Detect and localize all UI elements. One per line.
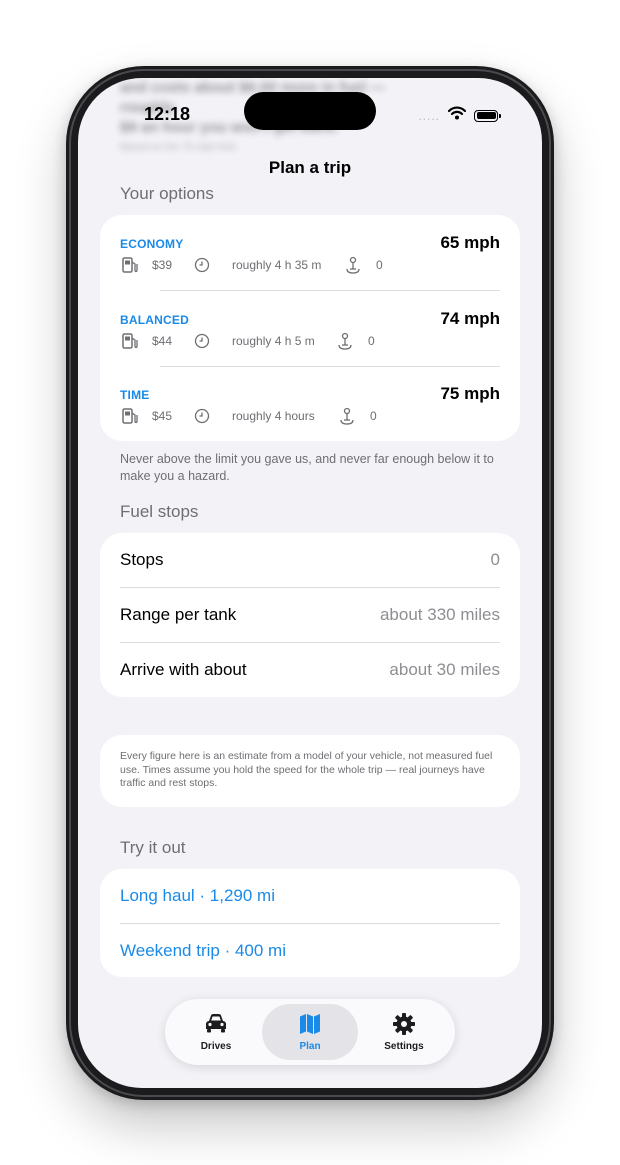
- fuel-cost: $44: [152, 334, 173, 348]
- app-screen: and costs about $6.00 more in fuel — rou…: [78, 78, 542, 1088]
- stop-pin-icon: [336, 331, 354, 351]
- clock-icon: [194, 257, 210, 273]
- row-value: about 330 miles: [379, 605, 500, 624]
- fuel-pump-icon: [120, 331, 140, 351]
- option-speed: 65 mph: [440, 233, 500, 252]
- fuel-row-stops: Stops 0: [120, 533, 500, 587]
- car-icon: [206, 1014, 226, 1033]
- row-label: Range per tank: [120, 605, 237, 624]
- example-long-haul-link[interactable]: Long haul · 1,290 mi: [120, 869, 500, 923]
- cellular-signal-icon: .....: [418, 108, 440, 123]
- fuel-cost: $39: [152, 258, 173, 272]
- row-value: about 30 miles: [389, 660, 500, 679]
- battery-icon: [474, 109, 501, 122]
- clock-icon: [194, 408, 210, 424]
- example-weekend-trip-link[interactable]: Weekend trip · 400 mi: [120, 924, 500, 978]
- fuel-cost: $45: [152, 409, 173, 423]
- stop-count: 0: [376, 258, 383, 272]
- tab-label: Drives: [200, 1041, 232, 1052]
- try-section-label: Try it out: [120, 838, 186, 857]
- map-icon: [300, 1014, 320, 1034]
- tab-label: Settings: [384, 1041, 424, 1052]
- tab-plan[interactable]: Plan: [262, 1004, 358, 1060]
- clock-icon: [194, 333, 210, 349]
- separator: [160, 290, 500, 291]
- options-card: ECONOMY 65 mph $39 roughly 4 h 35 m 0 BA…: [100, 215, 520, 441]
- duration: roughly 4 hours: [232, 409, 315, 423]
- option-name: ECONOMY: [120, 237, 184, 251]
- fuel-row-arrive: Arrive with about about 30 miles: [120, 643, 500, 697]
- gear-icon: [393, 1013, 415, 1035]
- tab-settings[interactable]: Settings: [356, 1004, 452, 1060]
- option-name: BALANCED: [120, 313, 189, 327]
- option-balanced[interactable]: BALANCED 74 mph $44 roughly 4 h 5 m 0: [120, 309, 500, 373]
- tab-drives[interactable]: Drives: [168, 1004, 264, 1060]
- tab-bar: Drives Plan Settings: [165, 999, 455, 1065]
- page-title: Plan a trip: [268, 158, 352, 177]
- fuel-card: Stops 0 Range per tank about 330 miles A…: [100, 533, 520, 697]
- duration: roughly 4 h 35 m: [232, 258, 322, 272]
- row-value: 0: [490, 550, 500, 569]
- options-section-label: Your options: [120, 184, 214, 203]
- disclaimer-text: Every figure here is an estimate from a …: [120, 750, 493, 789]
- tab-label: Plan: [299, 1041, 321, 1052]
- stop-pin-icon: [338, 406, 356, 426]
- row-label: Arrive with about: [120, 660, 247, 679]
- stop-count: 0: [368, 334, 375, 348]
- try-card: Long haul · 1,290 mi Weekend trip · 400 …: [100, 869, 520, 977]
- status-icons: .....: [418, 106, 501, 125]
- stop-count: 0: [370, 409, 377, 423]
- option-name: TIME: [120, 388, 150, 402]
- blurred-line-3: Based on the 75 mph limit: [120, 142, 236, 153]
- status-time: 12:18: [144, 104, 191, 124]
- dynamic-island: [244, 92, 376, 130]
- duration: roughly 4 h 5 m: [232, 334, 315, 348]
- fuel-row-range: Range per tank about 330 miles: [120, 588, 500, 642]
- wifi-icon: [447, 106, 467, 125]
- fuel-pump-icon: [120, 255, 140, 275]
- option-time[interactable]: TIME 75 mph $45 roughly 4 hours 0: [120, 384, 500, 448]
- options-footnote: Never above the limit you gave us, and n…: [120, 452, 494, 483]
- option-economy[interactable]: ECONOMY 65 mph $39 roughly 4 h 35 m 0: [120, 233, 500, 297]
- separator: [160, 366, 500, 367]
- option-speed: 75 mph: [440, 384, 500, 403]
- row-label: Stops: [120, 550, 164, 569]
- fuel-pump-icon: [120, 406, 140, 426]
- stop-pin-icon: [344, 255, 362, 275]
- fuel-section-label: Fuel stops: [120, 502, 199, 521]
- option-speed: 74 mph: [440, 309, 500, 328]
